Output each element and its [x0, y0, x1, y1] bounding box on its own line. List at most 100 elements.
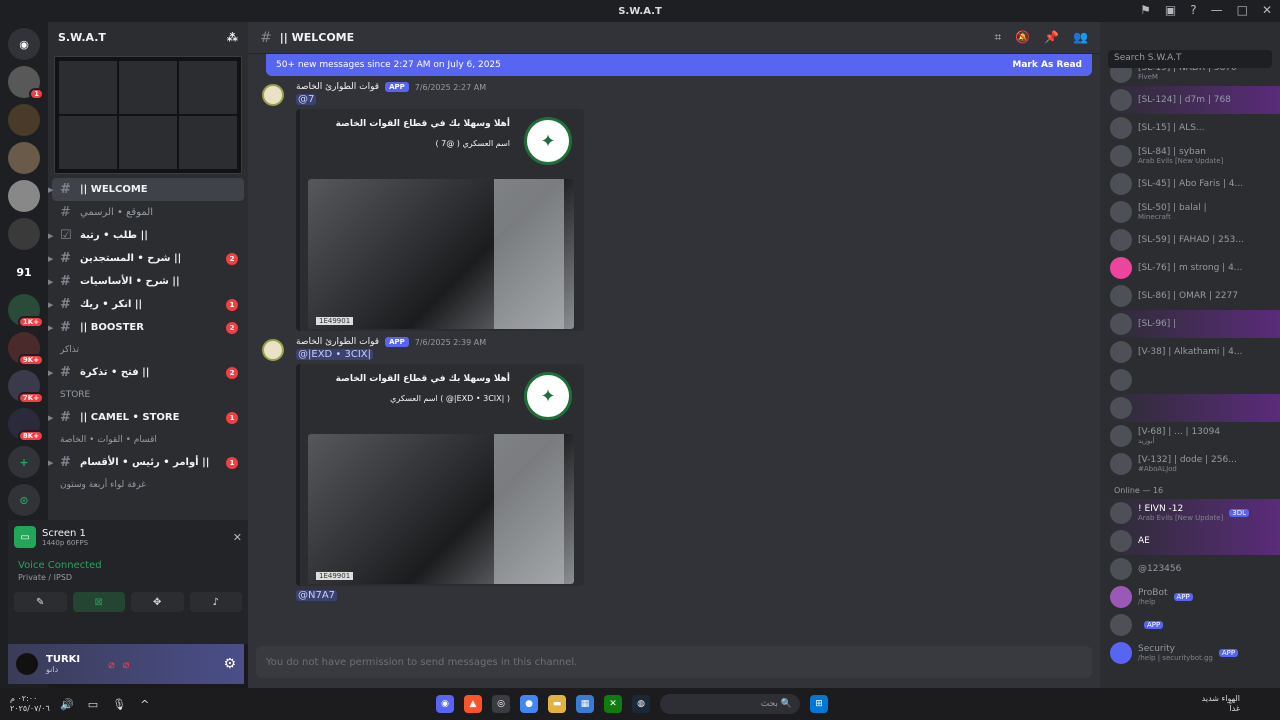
- message-input[interactable]: You do not have permission to send messa…: [256, 646, 1092, 678]
- avatar[interactable]: [262, 339, 284, 361]
- xbox-icon[interactable]: ✕: [604, 695, 622, 713]
- category-brigade[interactable]: غرفة لواء أربعة وستون: [48, 474, 248, 496]
- folder-icon[interactable]: ▬: [548, 695, 566, 713]
- channel-camel-store[interactable]: ▶ # || CAMEL • STORE 1: [48, 406, 244, 429]
- member-item[interactable]: APP: [1100, 611, 1280, 639]
- help-icon[interactable]: ?: [1190, 3, 1196, 17]
- server-icon[interactable]: 9K+: [8, 332, 44, 366]
- server-icon[interactable]: [8, 142, 40, 174]
- message-author[interactable]: قوات الطوارئ الخاصة: [296, 82, 379, 92]
- channel-welcome[interactable]: ▶ # || WELCOME: [48, 178, 244, 201]
- store-icon[interactable]: ▦: [576, 695, 594, 713]
- channel-open-ticket[interactable]: ▶ # فتح • تذكرة || 2: [48, 361, 244, 384]
- steam-icon[interactable]: ◍: [632, 695, 650, 713]
- channel-booster[interactable]: ▶ # || BOOSTER 2: [48, 316, 244, 339]
- category-forces[interactable]: اقسام • القوات • الخاصة: [48, 429, 248, 451]
- server-icon[interactable]: [8, 180, 40, 212]
- threads-icon[interactable]: ⌗: [994, 30, 1001, 45]
- server-91[interactable]: 91: [8, 256, 40, 288]
- search-input[interactable]: Search S.W.A.T: [1108, 50, 1272, 68]
- mute-icon[interactable]: ⌀: [108, 658, 115, 671]
- member-item[interactable]: AE: [1100, 527, 1280, 555]
- chrome-icon[interactable]: ●: [520, 695, 538, 713]
- members-icon[interactable]: 👥: [1073, 30, 1088, 45]
- discover-icon[interactable]: ⊙: [8, 484, 40, 516]
- member-item[interactable]: [SL-15] | ALS...: [1100, 114, 1280, 142]
- category-store[interactable]: STORE: [48, 384, 248, 406]
- member-item[interactable]: [V-132] | dode | 256... #AboALJod: [1100, 450, 1280, 478]
- discord-home-icon[interactable]: ◉: [8, 28, 40, 60]
- user-mention[interactable]: @N7A7: [296, 590, 338, 601]
- channel-rick[interactable]: ▶ # انكر • ريك || 1: [48, 293, 244, 316]
- app-icon[interactable]: ◎: [492, 695, 510, 713]
- channel-website[interactable]: # الموقع • الرسمي: [52, 201, 244, 224]
- deafen-icon[interactable]: ⌀: [123, 658, 130, 671]
- add-server-icon[interactable]: +: [8, 446, 40, 478]
- member-item[interactable]: [1100, 394, 1280, 422]
- windows-start-icon[interactable]: ⊞: [810, 695, 828, 713]
- channel-sidebar: S.W.A.T ⁂ ▶ # || WELCOME # الموقع • الرسمي …: [48, 22, 248, 520]
- avatar[interactable]: [262, 84, 284, 106]
- member-item[interactable]: [V-68] | ... | 13094 أبوزيد: [1100, 422, 1280, 450]
- server-icon[interactable]: 1: [8, 66, 44, 100]
- chevron-up-icon[interactable]: ^: [140, 698, 149, 711]
- brave-icon[interactable]: ▲: [464, 695, 482, 713]
- gear-icon[interactable]: ⚙: [223, 656, 236, 672]
- mark-as-read-button[interactable]: Mark As Read: [1012, 60, 1082, 70]
- network-icon[interactable]: ▭: [88, 698, 98, 711]
- camera-button[interactable]: ✎: [14, 592, 67, 612]
- clock[interactable]: ٠٢:٠٠ م ٢٠٢٥/٠٧/٠٦: [10, 694, 50, 714]
- member-item[interactable]: [SL-96] |: [1100, 310, 1280, 338]
- member-item[interactable]: [SL-86] | OMAR | 2277: [1100, 282, 1280, 310]
- weather-widget[interactable]: الهواء شديد غداً: [1202, 694, 1240, 714]
- server-header[interactable]: S.W.A.T ⁂: [48, 22, 248, 52]
- category-tickets[interactable]: تذاكر: [48, 339, 248, 361]
- minimize-icon[interactable]: —: [1211, 3, 1223, 17]
- embed-image[interactable]: 1E49901: [308, 434, 574, 584]
- invite-icon[interactable]: ⁂: [227, 31, 238, 44]
- close-icon[interactable]: ✕: [1262, 3, 1272, 17]
- screen-icon[interactable]: ▣: [1165, 3, 1176, 17]
- maximize-icon[interactable]: □: [1237, 3, 1248, 17]
- user-mention[interactable]: @7: [296, 94, 317, 105]
- server-icon[interactable]: 8K+: [8, 408, 44, 442]
- avatar[interactable]: [16, 653, 38, 675]
- activities-button[interactable]: ✥: [131, 592, 184, 612]
- stop-stream-icon[interactable]: ✕: [233, 531, 242, 544]
- user-mention[interactable]: @|EXD • 3CIX|: [296, 349, 374, 360]
- message-author[interactable]: قوات الطوارئ الخاصة: [296, 337, 379, 347]
- server-icon[interactable]: [8, 104, 40, 136]
- volume-icon[interactable]: 🔊: [60, 698, 74, 711]
- member-item[interactable]: [SL-124] | d7m | 768: [1100, 86, 1280, 114]
- screen-share-button[interactable]: ⊠: [72, 592, 125, 612]
- taskbar-search[interactable]: بحث 🔍: [660, 694, 800, 714]
- member-item[interactable]: @123456: [1100, 555, 1280, 583]
- mic-icon[interactable]: 🎙: [112, 698, 126, 711]
- channel-basics[interactable]: ▶ # شرح • الأساسيات ||: [48, 270, 244, 293]
- member-item[interactable]: Security/help | securitybot.gg APP: [1100, 639, 1280, 667]
- server-icon[interactable]: [8, 218, 40, 250]
- member-item[interactable]: [SL-45] | Abo Faris | 4...: [1100, 170, 1280, 198]
- discord-taskbar-icon[interactable]: ◉: [436, 695, 454, 713]
- soundboard-button[interactable]: ♪: [189, 592, 242, 612]
- new-messages-bar[interactable]: 50+ new messages since 2:27 AM on July 6…: [266, 54, 1092, 76]
- channel-orders[interactable]: ▶ # أوامر • رئيس • الأقسام || 1: [48, 451, 244, 474]
- voice-status[interactable]: Voice Connected Private / IPSD: [8, 554, 248, 588]
- server-icon[interactable]: 1K+: [8, 294, 44, 328]
- stream-preview[interactable]: [54, 56, 242, 174]
- member-item[interactable]: [SL-50] | balal | Minecraft: [1100, 198, 1280, 226]
- member-item[interactable]: [SL-84] | syban Arab Evils [New Update]: [1100, 142, 1280, 170]
- channel-newcomers[interactable]: ▶ # شرح • المستجدين || 2: [48, 247, 244, 270]
- member-item[interactable]: [1100, 366, 1280, 394]
- member-item[interactable]: ProBot/help APP: [1100, 583, 1280, 611]
- notifications-icon[interactable]: 🔕: [1015, 30, 1030, 45]
- embed-image[interactable]: 1E49901: [308, 179, 574, 329]
- pin-icon[interactable]: 📌: [1044, 30, 1059, 45]
- channel-rank-request[interactable]: ▶ ☑ طلب • رتبة ||: [48, 224, 244, 247]
- member-item[interactable]: [SL-76] | m strong | 4...: [1100, 254, 1280, 282]
- member-item[interactable]: [SL-59] | FAHAD | 253...: [1100, 226, 1280, 254]
- member-item[interactable]: ! EIVN -12 Arab Evils [New Update] 3DL: [1100, 499, 1280, 527]
- server-icon[interactable]: 7K+: [8, 370, 44, 404]
- member-item[interactable]: [V-38] | Alkathami | 4...: [1100, 338, 1280, 366]
- inbox-icon[interactable]: ⚑: [1140, 3, 1151, 17]
